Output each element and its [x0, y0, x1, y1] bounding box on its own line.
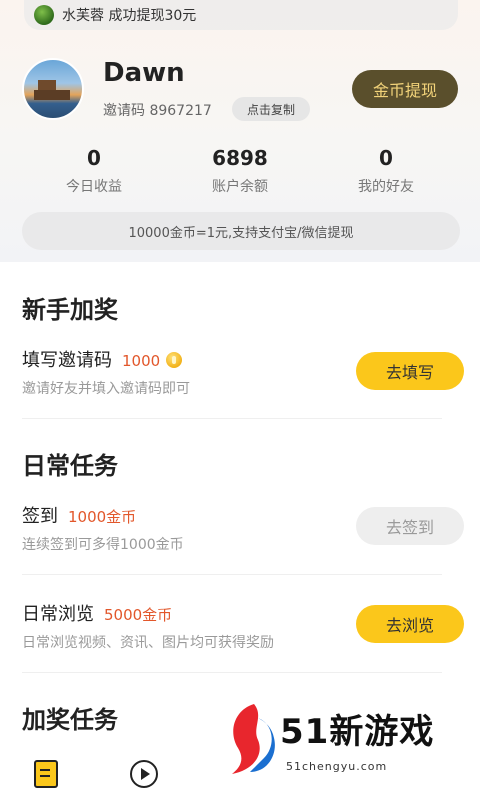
- coin-withdraw-button[interactable]: 金币提现: [352, 70, 458, 108]
- divider: [22, 418, 442, 419]
- task-name: 填写邀请码: [22, 350, 112, 371]
- watermark-brand: 51新游戏: [280, 712, 435, 752]
- stat-value: 6898: [212, 146, 268, 170]
- tasks-nav-icon[interactable]: [34, 760, 58, 788]
- task-desc: 连续签到可多得1000金币: [22, 537, 184, 553]
- section-title-newbie: 新手加奖: [22, 296, 118, 324]
- video-play-nav-icon[interactable]: [130, 760, 158, 788]
- task-daily-browse: 日常浏览 5000金币: [22, 600, 172, 626]
- watermark-logo-icon: [232, 704, 275, 774]
- task-reward: 5000金币: [104, 606, 173, 624]
- username: Dawn: [103, 58, 185, 88]
- stat-value: 0: [87, 146, 101, 170]
- stat-today-earnings[interactable]: 0 今日收益: [24, 146, 164, 196]
- task-desc: 日常浏览视频、资讯、图片均可获得奖励: [22, 635, 274, 651]
- stat-label: 账户余额: [212, 179, 268, 195]
- section-title-bonus: 加奖任务: [22, 706, 118, 734]
- section-title-daily: 日常任务: [22, 452, 118, 480]
- watermark-url: 51chengyu.com: [286, 760, 388, 773]
- stat-value: 0: [379, 146, 393, 170]
- marquee-avatar: [34, 5, 54, 25]
- sign-in-button[interactable]: 去签到: [356, 507, 464, 545]
- marquee-text: 水芙蓉 成功提现30元: [62, 8, 197, 24]
- exchange-rate-bar: 10000金币=1元,支持支付宝/微信提现: [22, 212, 460, 250]
- stat-label: 今日收益: [66, 179, 122, 195]
- avatar[interactable]: [22, 58, 84, 120]
- stat-account-balance[interactable]: 6898 账户余额: [170, 146, 310, 196]
- task-sign-in: 签到 1000金币: [22, 502, 136, 528]
- divider: [22, 574, 442, 575]
- browse-button[interactable]: 去浏览: [356, 605, 464, 643]
- divider: [22, 672, 442, 673]
- fill-invite-button[interactable]: 去填写: [356, 352, 464, 390]
- task-reward: 1000: [122, 352, 161, 370]
- copy-invite-button[interactable]: 点击复制: [232, 97, 310, 121]
- task-name: 签到: [22, 506, 58, 527]
- task-invite-code: 填写邀请码 1000: [22, 346, 183, 372]
- task-reward: 1000金币: [68, 508, 137, 526]
- stat-my-friends[interactable]: 0 我的好友: [316, 146, 456, 196]
- withdraw-marquee: 水芙蓉 成功提现30元: [24, 0, 458, 30]
- task-name: 日常浏览: [22, 604, 94, 625]
- stat-label: 我的好友: [358, 179, 414, 195]
- site-watermark: 51新游戏 51chengyu.com: [222, 702, 462, 782]
- profile-header: 水芙蓉 成功提现30元 Dawn 邀请码 8967217 点击复制 金币提现 0…: [0, 0, 480, 262]
- task-desc: 邀请好友并填入邀请码即可: [22, 381, 190, 397]
- coin-icon: [166, 352, 183, 368]
- invite-code: 邀请码 8967217: [103, 103, 212, 119]
